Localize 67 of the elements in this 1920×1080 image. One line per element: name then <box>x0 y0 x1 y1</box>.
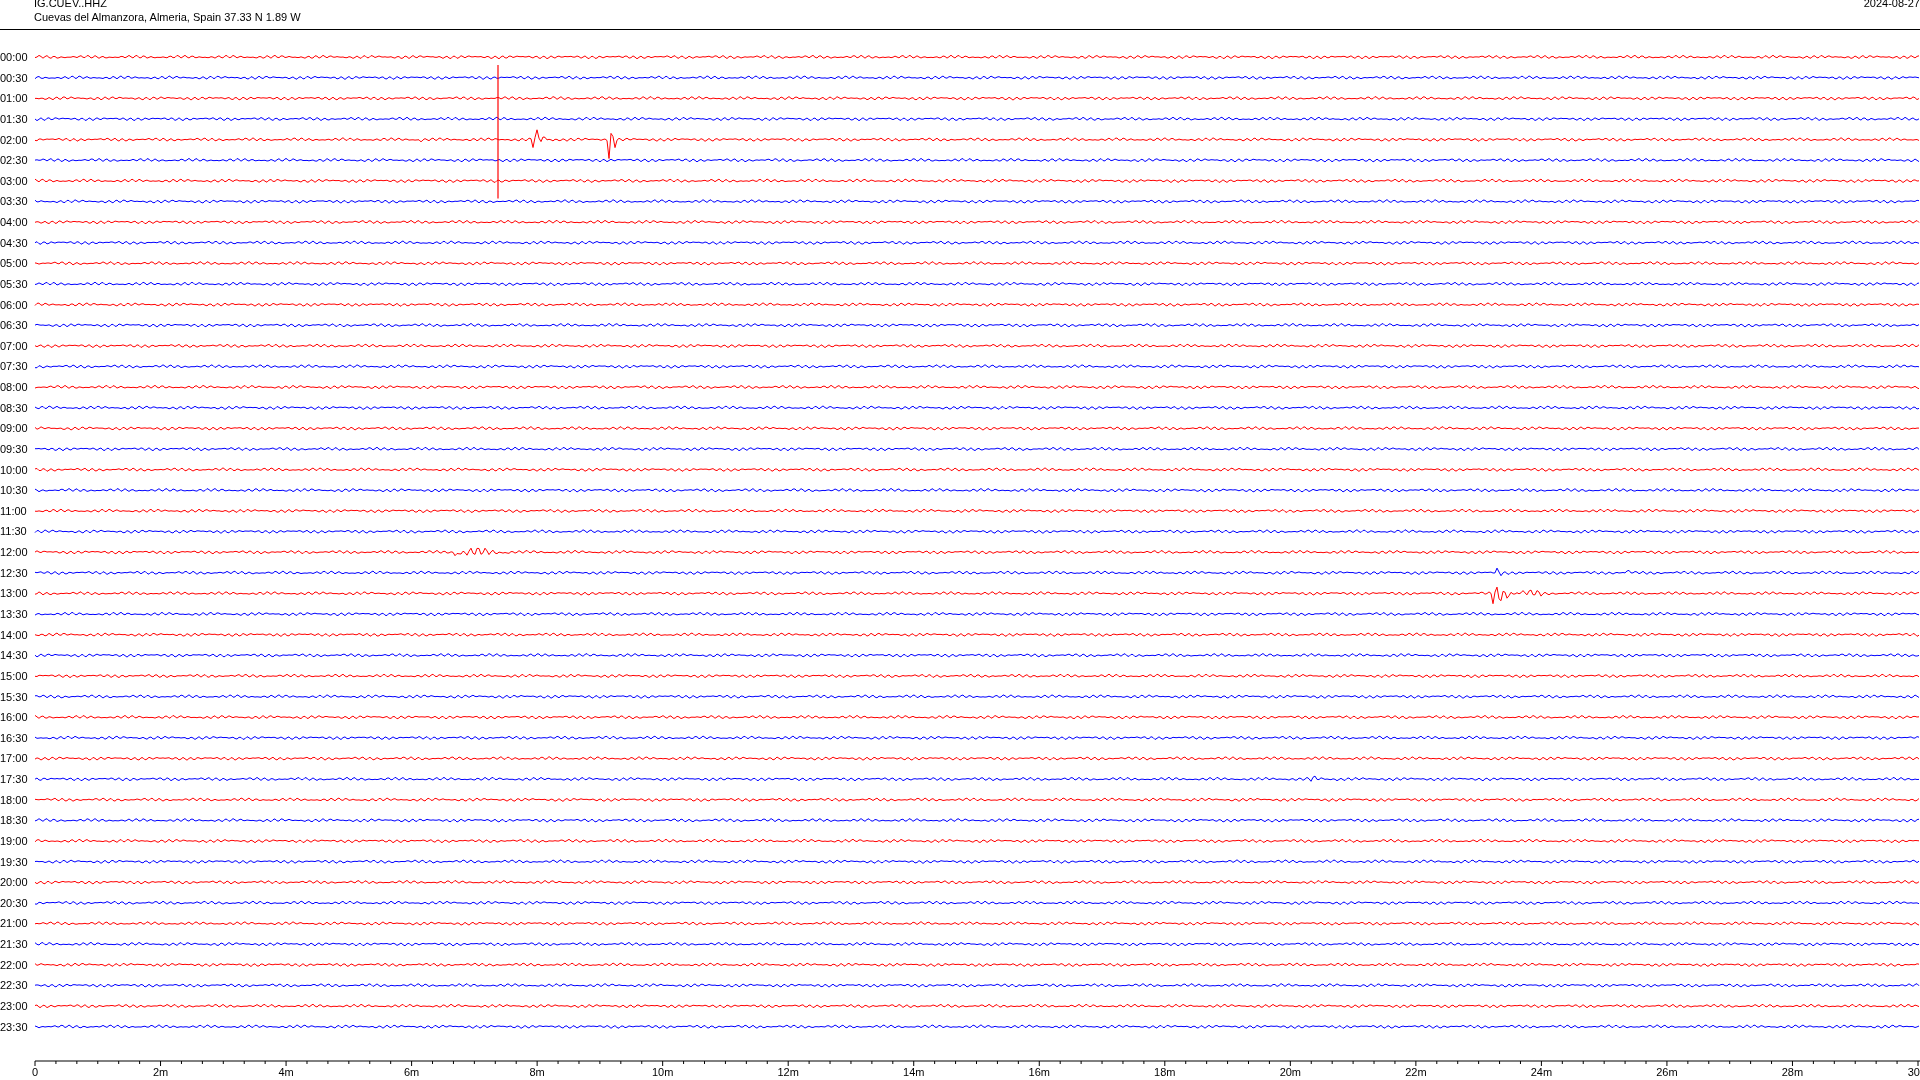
time-label: 22:00 <box>0 958 28 971</box>
time-label: 20:30 <box>0 896 28 909</box>
time-label: 04:30 <box>0 236 28 249</box>
record-date: 2024-08-27 <box>1863 0 1920 11</box>
time-label: 00:00 <box>0 51 28 63</box>
time-label: 15:00 <box>0 669 28 682</box>
axis-label: 2m <box>152 1066 169 1078</box>
axis-label: 22m <box>1405 1066 1427 1078</box>
axis-label: 28m <box>1781 1066 1804 1078</box>
time-label: 08:30 <box>0 401 28 414</box>
time-label: 06:30 <box>0 319 28 332</box>
time-label: 16:00 <box>0 711 28 724</box>
time-label: 23:00 <box>0 1000 28 1012</box>
axis-label: 0 <box>31 1066 39 1078</box>
channel-name: IG.CUEV..HHZ <box>34 0 108 10</box>
axis-label: 14m <box>903 1066 925 1078</box>
time-label: 18:00 <box>0 793 28 806</box>
time-label: 13:00 <box>0 587 28 600</box>
time-label: 19:30 <box>0 855 28 868</box>
time-label: 17:00 <box>0 752 28 765</box>
time-label: 15:30 <box>0 690 28 703</box>
time-label: 00:30 <box>0 71 28 84</box>
axis-label: 12m <box>777 1066 799 1078</box>
time-label: 03:00 <box>0 174 28 187</box>
station-location: Cuevas del Almanzora, Almeria, Spain 37.33 N 1.89 W <box>34 10 301 24</box>
time-label: 23:30 <box>0 1020 28 1033</box>
time-label: 02:30 <box>0 154 28 167</box>
time-label: 13:30 <box>0 608 28 620</box>
time-label: 05:30 <box>0 277 28 290</box>
time-label: 04:00 <box>0 216 28 229</box>
time-label: 18:30 <box>0 814 28 827</box>
time-label: 09:00 <box>0 422 28 435</box>
time-label: 11:00 <box>0 504 27 517</box>
axis-label: 10m <box>651 1066 674 1078</box>
time-label: 03:30 <box>0 195 28 208</box>
time-label: 14:00 <box>0 628 28 641</box>
axis-label: 20m <box>1279 1066 1302 1078</box>
time-label: 01:30 <box>0 112 28 125</box>
axis-label: 18m <box>1154 1066 1176 1078</box>
time-label: 10:00 <box>0 463 28 476</box>
axis-label: 30 <box>1907 1066 1920 1078</box>
time-label: 01:00 <box>0 92 28 105</box>
time-label: 14:30 <box>0 649 28 662</box>
axis-label: 4m <box>278 1066 294 1078</box>
time-label: 11:30 <box>0 525 27 538</box>
time-label: 21:30 <box>0 938 28 951</box>
time-label: 22:30 <box>0 979 28 992</box>
time-label: 06:00 <box>0 298 28 311</box>
time-label: 09:30 <box>0 442 28 455</box>
time-label: 02:00 <box>0 133 28 146</box>
axis-label: 8m <box>529 1066 545 1078</box>
time-label: 12:30 <box>0 566 28 579</box>
time-label: 10:30 <box>0 484 28 497</box>
axis-label: 6m <box>403 1066 420 1078</box>
time-label: 07:00 <box>0 339 28 352</box>
time-label: 12:00 <box>0 546 28 559</box>
time-label: 08:00 <box>0 381 28 394</box>
time-label: 19:00 <box>0 834 28 847</box>
axis-label: 16m <box>1028 1066 1050 1078</box>
time-label: 05:00 <box>0 257 28 270</box>
time-label: 07:30 <box>0 360 28 373</box>
axis-label: 26m <box>1656 1066 1678 1078</box>
time-label: 17:30 <box>0 773 28 786</box>
time-label: 16:30 <box>0 731 28 744</box>
time-label: 20:00 <box>0 876 28 889</box>
time-label: 21:00 <box>0 917 28 930</box>
axis-label: 24m <box>1530 1066 1553 1078</box>
